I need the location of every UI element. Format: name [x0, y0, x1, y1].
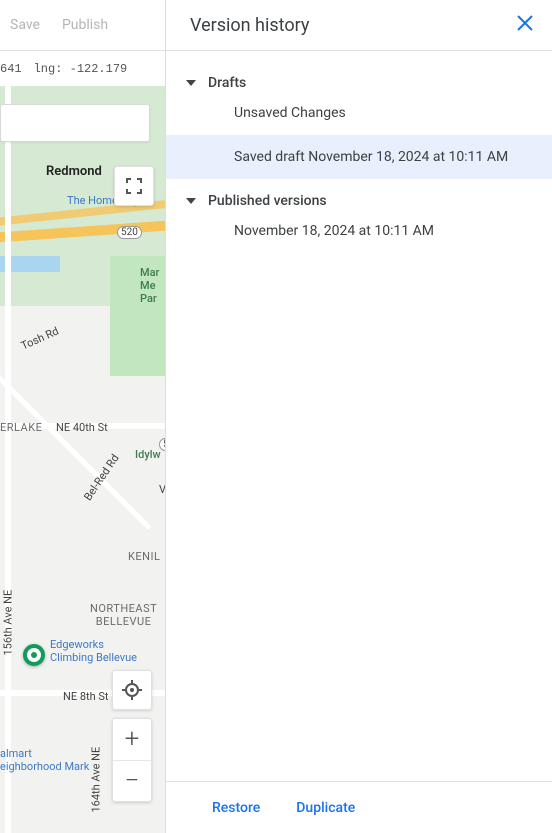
map[interactable]: Redmond The Home Dep Mar Me Par Idylw V … — [0, 86, 165, 833]
draft-version-item[interactable]: Unsaved Changes — [166, 91, 552, 135]
map-label-v: V — [159, 483, 165, 496]
lat-value: 641 — [0, 62, 22, 76]
crosshair-icon — [121, 679, 143, 701]
published-section-header[interactable]: Published versions — [166, 179, 552, 209]
map-label-marymoor: Mar Me Par — [140, 266, 159, 305]
duplicate-button[interactable]: Duplicate — [296, 800, 355, 816]
section-title: Drafts — [208, 75, 246, 91]
map-label-overlake: ERLAKE — [0, 421, 42, 434]
restore-button[interactable]: Restore — [212, 800, 260, 816]
map-label-164ave: 164th Ave NE — [90, 747, 103, 813]
zoom-in-button[interactable]: + — [113, 719, 151, 761]
locate-button[interactable] — [112, 670, 152, 710]
panel-title: Version history — [190, 15, 309, 36]
chevron-down-icon — [186, 198, 196, 204]
fullscreen-icon — [125, 177, 143, 195]
route-shield-520: 520 — [117, 226, 142, 239]
draft-version-item[interactable]: Saved draft November 18, 2024 at 10:11 A… — [166, 135, 552, 179]
coordinate-readout: 641 lng: -122.179 — [0, 51, 165, 86]
map-label-idylwood: Idylw — [135, 448, 161, 461]
fullscreen-button[interactable] — [114, 166, 154, 206]
version-history-panel: Version history Drafts Unsaved Changes S… — [166, 0, 552, 833]
publish-button[interactable]: Publish — [62, 17, 108, 33]
map-label-nebellevue: NORTHEAST BELLEVUE — [90, 602, 157, 628]
map-label-ne8: NE 8th St — [63, 690, 109, 703]
panel-header: Version history — [166, 0, 552, 51]
map-label-tosh: Tosh Rd — [19, 324, 61, 352]
map-label-156ave: 156th Ave NE — [2, 590, 15, 656]
map-label-edgeworks: Edgeworks Climbing Bellevue — [50, 638, 137, 664]
close-button[interactable] — [516, 13, 534, 37]
map-label-kenilworth: KENIL — [128, 550, 160, 563]
chevron-down-icon — [186, 80, 196, 86]
published-version-item[interactable]: November 18, 2024 at 10:11 AM — [166, 209, 552, 253]
map-label-walmart: almart eighborhood Mark — [0, 747, 89, 773]
map-label-ne40: NE 40th St — [56, 421, 108, 434]
panel-footer: Restore Duplicate — [166, 781, 552, 833]
map-label-redmond: Redmond — [46, 164, 102, 179]
map-marker[interactable] — [23, 644, 45, 666]
editor-left-pane: Save Publish 641 lng: -122.179 Redmond T… — [0, 0, 166, 833]
toolbar: Save Publish — [0, 0, 165, 51]
zoom-out-button[interactable]: − — [113, 761, 151, 802]
drafts-section-header[interactable]: Drafts — [166, 61, 552, 91]
section-title: Published versions — [208, 193, 327, 209]
save-button[interactable]: Save — [10, 17, 40, 33]
zoom-control: + − — [112, 718, 152, 802]
route-shield-520b: 520 — [159, 438, 165, 451]
close-icon — [516, 14, 534, 32]
lng-value: lng: -122.179 — [34, 62, 128, 76]
map-search-input[interactable] — [0, 104, 150, 142]
version-list: Drafts Unsaved Changes Saved draft Novem… — [166, 51, 552, 781]
